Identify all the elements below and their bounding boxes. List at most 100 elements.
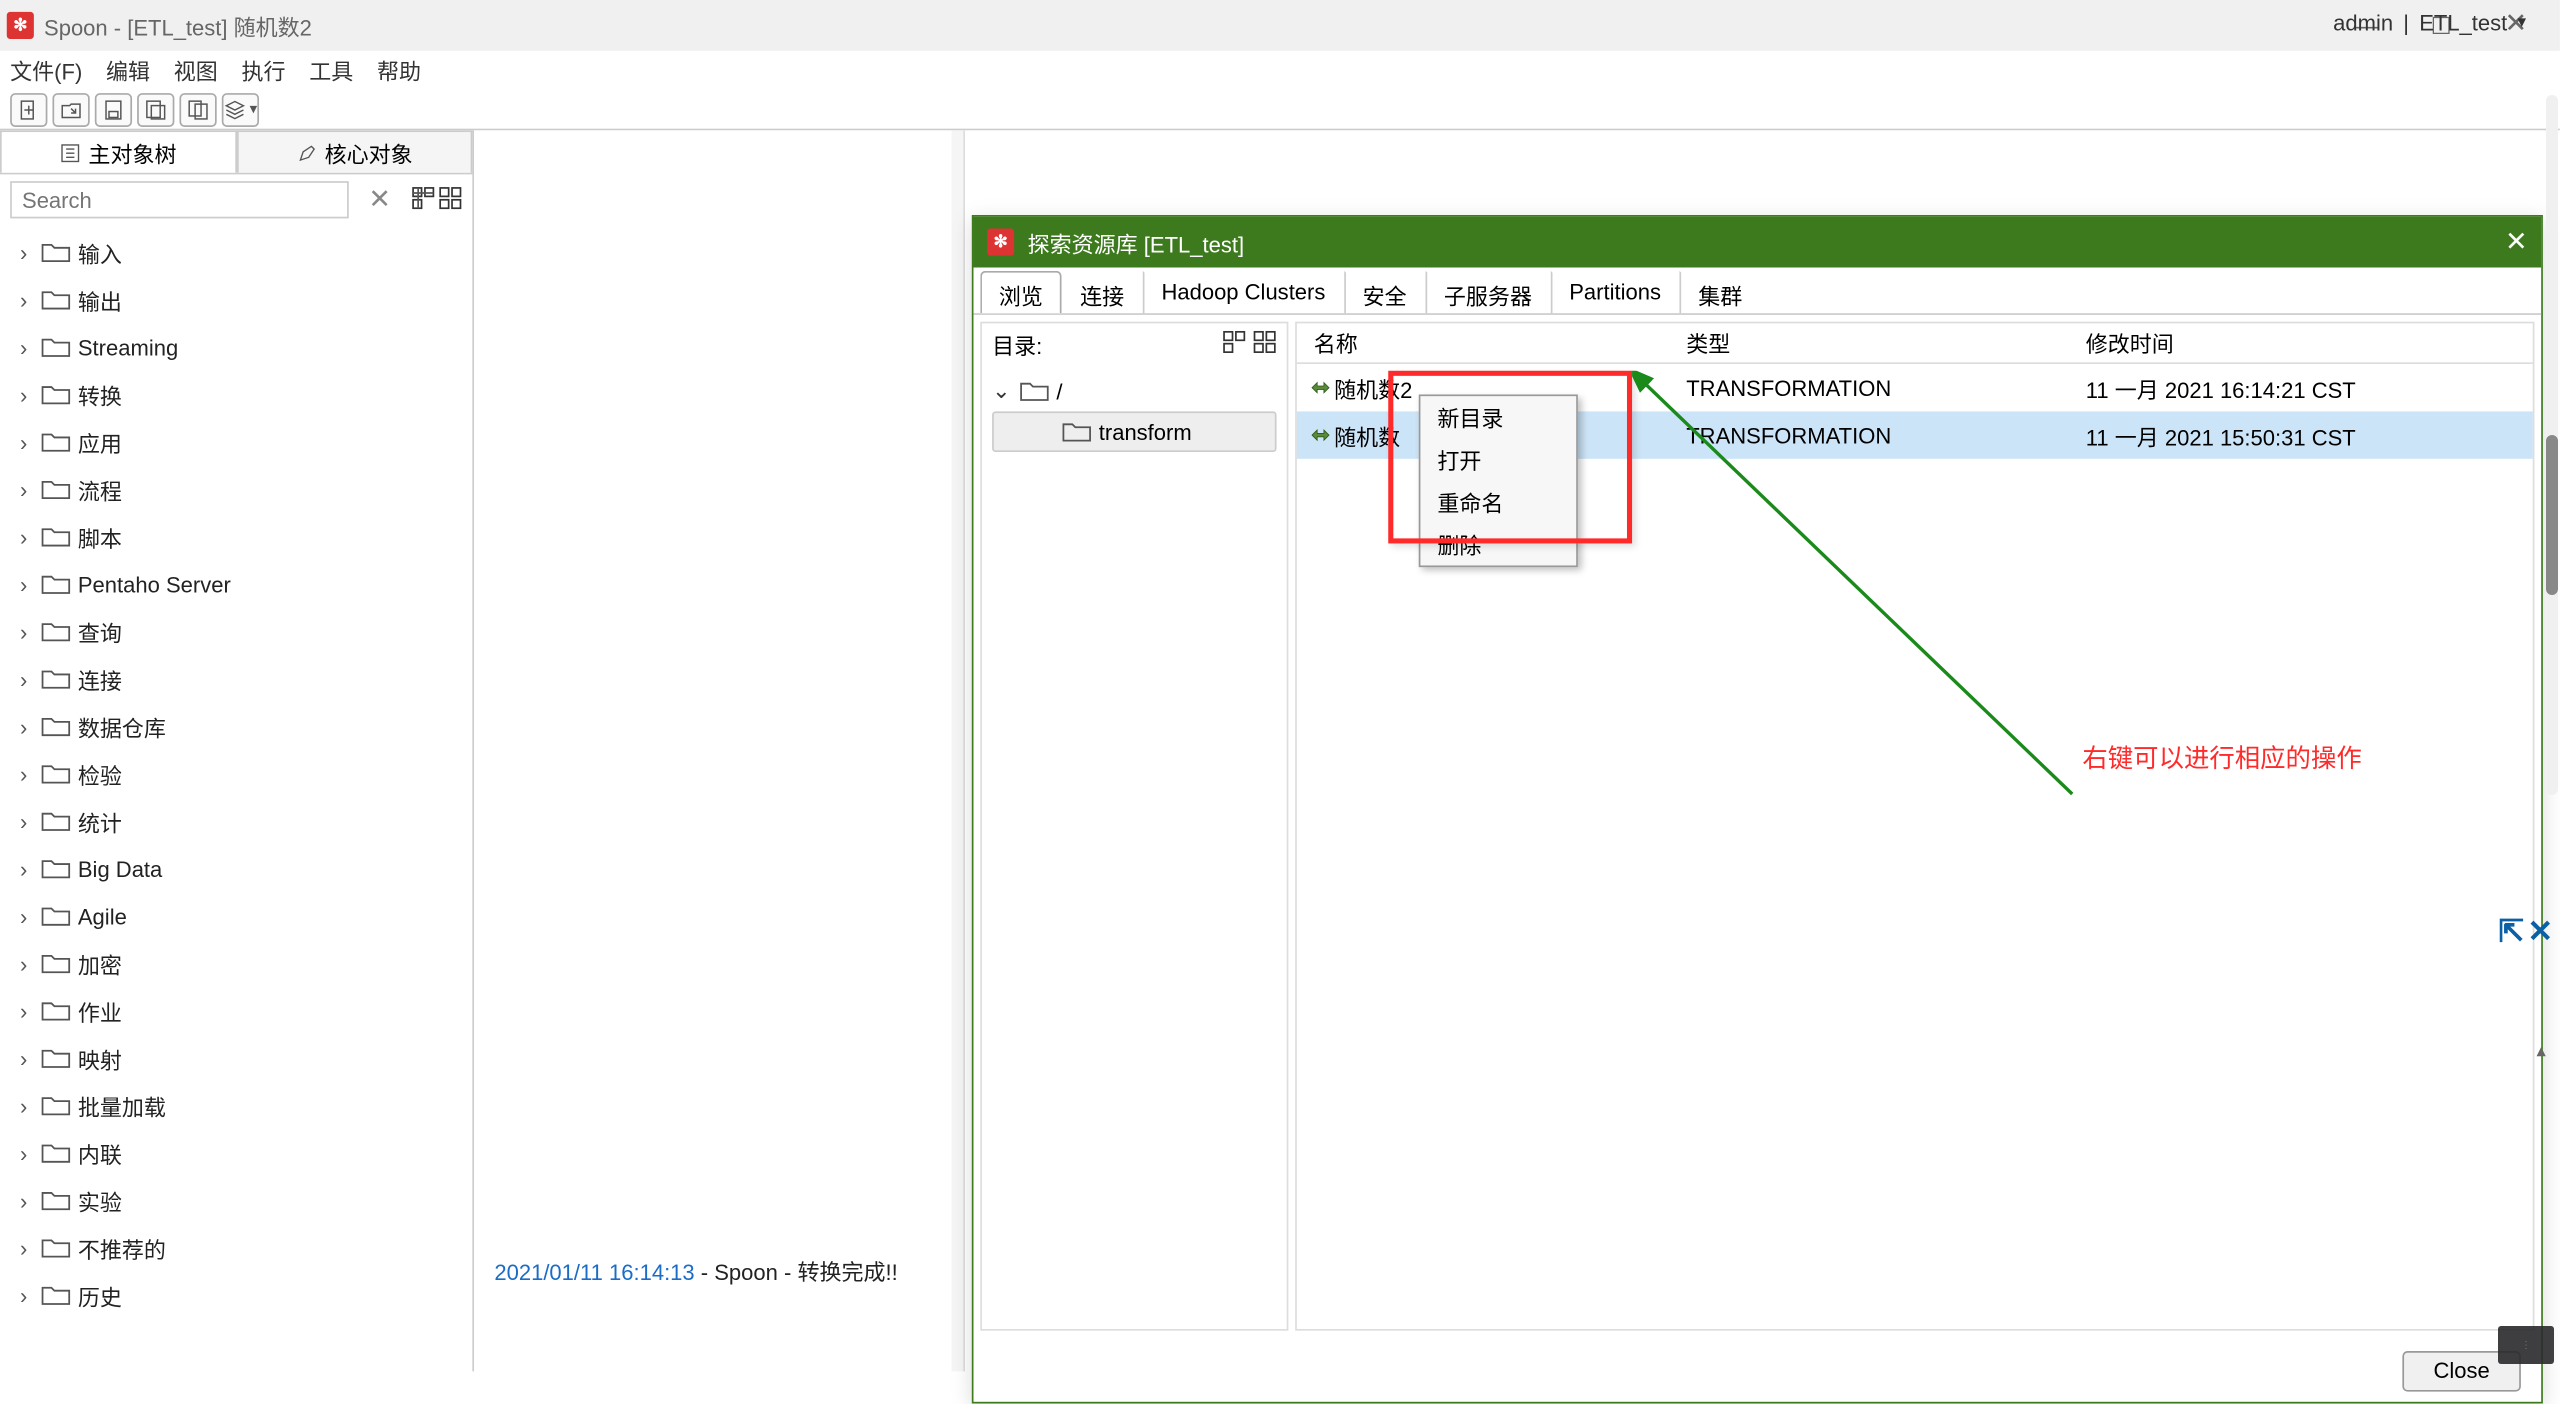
new-file-button[interactable] xyxy=(10,92,47,126)
ctx-open[interactable]: 打开 xyxy=(1420,438,1576,480)
folder-icon xyxy=(41,951,71,975)
tree-item[interactable]: ›加密 xyxy=(14,940,473,987)
chevron-down-icon: ⌄ xyxy=(992,378,1012,405)
transformation-icon xyxy=(1297,374,1334,401)
tree-item[interactable]: ›作业 xyxy=(14,987,473,1034)
splitter[interactable] xyxy=(951,130,965,1371)
folder-icon xyxy=(41,1188,71,1212)
tree-item[interactable]: ›历史 xyxy=(14,1271,473,1318)
tab-core-objects[interactable]: 核心对象 xyxy=(236,130,472,172)
save-button[interactable] xyxy=(95,92,132,126)
folder-icon xyxy=(41,477,71,501)
tree-item[interactable]: ›转换 xyxy=(14,371,473,418)
tree-item[interactable]: ›Streaming xyxy=(14,323,473,370)
chevron-right-icon: › xyxy=(14,1235,34,1260)
folder-icon xyxy=(41,525,71,549)
tree-item[interactable]: ›连接 xyxy=(14,655,473,702)
folder-icon xyxy=(41,430,71,454)
close-panel-icon[interactable]: ✕ xyxy=(2527,914,2553,950)
folder-icon xyxy=(41,762,71,786)
tree-item[interactable]: ›统计 xyxy=(14,797,473,844)
tree-item[interactable]: ›Big Data xyxy=(14,845,473,892)
tree-item[interactable]: ›输入 xyxy=(14,229,473,276)
repo-name: ETL_test xyxy=(2419,10,2507,35)
dir-expand-button[interactable] xyxy=(1222,329,1246,358)
chevron-right-icon: › xyxy=(14,903,34,928)
tree-item[interactable]: ›流程 xyxy=(14,466,473,513)
col-time[interactable]: 修改时间 xyxy=(2086,327,2533,359)
dlg-tab-cluster[interactable]: 集群 xyxy=(1680,271,1761,313)
menu-edit[interactable]: 编辑 xyxy=(106,53,150,85)
dlg-tab-hadoop[interactable]: Hadoop Clusters xyxy=(1143,271,1344,313)
dlg-tab-slaves[interactable]: 子服务器 xyxy=(1425,271,1550,313)
tree-item[interactable]: ›内联 xyxy=(14,1129,473,1176)
folder-icon xyxy=(41,572,71,596)
dir-root-row[interactable]: ⌄ / xyxy=(992,371,1276,412)
clear-search-button[interactable]: ✕ xyxy=(358,183,401,217)
ctx-new-dir[interactable]: 新目录 xyxy=(1420,396,1576,438)
tree-item[interactable]: ›数据仓库 xyxy=(14,703,473,750)
menu-help[interactable]: 帮助 xyxy=(377,53,421,85)
explore-repo-dialog: ✻ 探索资源库 [ETL_test] ✕ 浏览 连接 Hadoop Cluste… xyxy=(972,215,2543,1403)
chevron-right-icon: › xyxy=(14,382,34,407)
tree-item-label: 内联 xyxy=(78,1137,122,1169)
folder-icon xyxy=(41,383,71,407)
mini-scroll-up[interactable]: ▴ xyxy=(2529,1040,2553,1064)
chevron-right-icon: › xyxy=(14,856,34,881)
open-button[interactable] xyxy=(52,92,89,126)
ctx-delete[interactable]: 删除 xyxy=(1420,523,1576,565)
menu-view[interactable]: 视图 xyxy=(174,53,218,85)
perspective-button[interactable]: ▾ xyxy=(222,92,259,126)
transformation-icon xyxy=(1297,422,1334,449)
tree-item[interactable]: ›映射 xyxy=(14,1034,473,1081)
repo-connection[interactable]: admin | ETL_test ▾ xyxy=(2333,10,2526,35)
tree-item-label: 检验 xyxy=(78,758,122,790)
save-all-button[interactable] xyxy=(179,92,216,126)
dlg-tab-connect[interactable]: 连接 xyxy=(1062,271,1143,313)
tree-item[interactable]: ›实验 xyxy=(14,1177,473,1224)
ctx-rename[interactable]: 重命名 xyxy=(1420,481,1576,523)
save-as-button[interactable] xyxy=(137,92,174,126)
popout-icon[interactable]: ⇱ xyxy=(2499,914,2525,950)
chevron-right-icon: › xyxy=(14,998,34,1023)
tree-item[interactable]: ›检验 xyxy=(14,750,473,797)
tree-item[interactable]: ›Pentaho Server xyxy=(14,560,473,607)
tree-item[interactable]: ›应用 xyxy=(14,418,473,465)
dlg-tab-security[interactable]: 安全 xyxy=(1344,271,1425,313)
tree-item-label: 查询 xyxy=(78,615,122,647)
menu-file[interactable]: 文件(F) xyxy=(10,53,82,85)
chevron-right-icon: › xyxy=(14,1188,34,1213)
annotation-text: 右键可以进行相应的操作 xyxy=(2082,740,2361,776)
col-name[interactable]: 名称 xyxy=(1297,327,1686,359)
window-title: Spoon - [ETL_test] 随机数2 xyxy=(44,9,2330,41)
dir-collapse-button[interactable] xyxy=(1253,329,1277,358)
dir-child-row[interactable]: transform xyxy=(992,411,1276,452)
dir-child-label: transform xyxy=(1099,419,1192,444)
tree-item[interactable]: ›脚本 xyxy=(14,513,473,560)
tree-item[interactable]: ›批量加载 xyxy=(14,1082,473,1129)
search-input[interactable] xyxy=(10,181,348,218)
menu-run[interactable]: 执行 xyxy=(241,53,285,85)
expand-all-button[interactable] xyxy=(411,185,435,214)
menu-tools[interactable]: 工具 xyxy=(309,53,353,85)
watermark-badge: ⋮ xyxy=(2498,1326,2554,1364)
tree-item[interactable]: ›不推荐的 xyxy=(14,1224,473,1271)
dlg-tab-browse[interactable]: 浏览 xyxy=(980,271,1061,313)
tree-item[interactable]: ›查询 xyxy=(14,608,473,655)
tab-main-tree-label: 主对象树 xyxy=(88,136,176,168)
folder-icon xyxy=(41,667,71,691)
collapse-all-button[interactable] xyxy=(438,185,462,214)
chevron-right-icon: › xyxy=(14,240,34,265)
scrollbar-thumb[interactable] xyxy=(2546,435,2558,595)
tab-main-tree[interactable]: 主对象树 xyxy=(0,130,236,172)
tree-item-label: 连接 xyxy=(78,663,122,695)
category-tree[interactable]: ›输入›输出›Streaming›转换›应用›流程›脚本›Pentaho Ser… xyxy=(0,225,472,1371)
chevron-right-icon: › xyxy=(14,808,34,833)
tree-item[interactable]: ›输出 xyxy=(14,276,473,323)
col-type[interactable]: 类型 xyxy=(1686,327,2086,359)
page-scrollbar[interactable] xyxy=(2546,95,2558,795)
dlg-tab-part[interactable]: Partitions xyxy=(1551,271,1680,313)
workspace-area: ✻ 探索资源库 [ETL_test] ✕ 浏览 连接 Hadoop Cluste… xyxy=(474,130,2560,1371)
tree-item[interactable]: ›Agile xyxy=(14,892,473,939)
dialog-close-button[interactable]: ✕ xyxy=(2505,225,2528,259)
